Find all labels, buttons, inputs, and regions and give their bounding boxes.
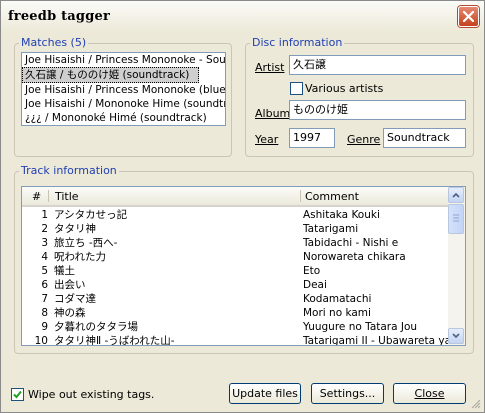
track-row[interactable]: 7 コダマ達 Kodamatachi [22,292,448,306]
track-title: タタリ神 [54,223,96,235]
window-close-button[interactable] [458,6,479,27]
track-title: 出会い [54,279,86,291]
year-label: Year [255,133,279,146]
scroll-up-button[interactable] [448,187,464,203]
track-row[interactable]: 8 神の森 Mori no kami [22,306,448,320]
artist-label: Artist [255,61,285,74]
freedb-tagger-window: freedb tagger Matches (5) Joe Hisaishi /… [0,0,485,413]
track-title: 夕暮れのタタラ場 [54,321,138,333]
grip-icon [453,214,459,222]
track-row[interactable]: 9 夕暮れのタタラ場 Yuugure no Tatara Jou [22,320,448,334]
settings-button[interactable]: Settings... [311,383,384,404]
header-title[interactable]: Title [55,190,79,203]
close-button[interactable]: Close [393,383,466,404]
tracks-scrollbar[interactable] [448,187,465,345]
column-divider[interactable] [48,190,49,202]
wipe-tags-checkbox[interactable] [11,388,24,401]
artist-field[interactable]: 久石譲 [289,55,466,75]
track-title: アシタカせっ記 [54,209,128,221]
track-number: 8 [41,307,48,319]
wipe-tags-label: Wipe out existing tags. [28,388,155,401]
header-num[interactable]: # [32,190,41,203]
track-number: 10 [34,335,48,346]
track-title: 旅立ち -西へ- [54,237,118,249]
track-comment: Kodamatachi [303,293,372,305]
track-title: タタリ神Ⅱ -うばわれた山- [54,335,175,346]
genre-field[interactable]: Soundtrack [383,128,466,148]
match-item[interactable]: Joe Hisaishi / Princess Mononoke (blues) [22,83,225,97]
track-number: 6 [41,279,48,291]
track-title: 犠土 [54,265,75,277]
resize-grip-icon[interactable] [470,398,481,409]
track-comment: Mori no kami [303,307,371,319]
track-number: 2 [41,223,48,235]
matches-list[interactable]: Joe Hisaishi / Princess Mononoke - Sound… [21,52,226,126]
track-comment: Tatarigami II - Ubawareta yama [303,335,448,346]
track-row[interactable]: 3 旅立ち -西へ- Tabidachi - Nishi e [22,236,448,250]
chevron-down-icon [452,333,460,339]
header-comment[interactable]: Comment [305,190,359,203]
track-row[interactable]: 6 出会い Deai [22,278,448,292]
tracks-table[interactable]: # Title Comment 1 アシタカせっ記 Ashitaka Kouki 2 タ… [21,186,466,346]
track-comment: Deai [303,279,327,291]
track-number: 4 [41,251,48,263]
track-number: 9 [41,321,48,333]
track-title: コダマ達 [54,293,96,305]
track-comment: Tabidachi - Nishi e [303,237,399,249]
track-comment: Yuugure no Tatara Jou [303,321,418,333]
track-number: 3 [41,237,48,249]
column-divider[interactable] [300,190,301,202]
track-number: 5 [41,265,48,277]
window-title: freedb tagger [8,9,111,24]
track-comment: Tatarigami [303,223,359,235]
chevron-up-icon [452,192,460,198]
title-bar: freedb tagger [1,1,484,33]
track-row[interactable]: 10 タタリ神Ⅱ -うばわれた山- Tatarigami II - Ubawaret… [22,334,448,346]
track-comment: Ashitaka Kouki [303,209,380,221]
track-row[interactable]: 1 アシタカせっ記 Ashitaka Kouki [22,208,448,222]
genre-label: Genre [347,133,381,146]
track-number: 1 [41,209,48,221]
track-title: 神の森 [54,307,86,319]
track-info-legend: Track information [19,164,119,177]
matches-legend: Matches (5) [19,36,89,49]
match-item[interactable]: 久石譲 / もののけ姫 (soundtrack) [22,67,199,83]
match-item[interactable]: ¿¿¿ / Mononoké Himé (soundtrack) [22,111,225,125]
update-files-button[interactable]: Update files [229,383,301,404]
scroll-down-button[interactable] [448,328,464,344]
track-comment: Norowareta chikara [303,251,406,263]
match-item[interactable]: Joe Hisaishi / Princess Mononoke - Sound… [22,53,225,67]
tracks-header: # Title Comment [22,187,448,207]
track-row[interactable]: 4 呪われた力 Norowareta chikara [22,250,448,264]
track-comment: Eto [303,265,321,277]
track-row[interactable]: 2 タタリ神 Tatarigami [22,222,448,236]
year-field[interactable]: 1997 [289,128,335,148]
various-artists-checkbox[interactable] [290,82,303,95]
checkmark-icon [13,390,22,399]
match-item[interactable]: Joe Hisaishi / Mononoke Hime (soundtrack… [22,97,225,111]
album-field[interactable]: もののけ姫 [289,100,466,120]
track-row[interactable]: 5 犠土 Eto [22,264,448,278]
close-icon [463,11,474,22]
album-label: Album [255,107,291,120]
track-title: 呪われた力 [54,251,106,263]
scroll-thumb[interactable] [448,204,464,234]
various-artists-label: Various artists [305,82,384,95]
track-number: 7 [41,293,48,305]
disc-info-legend: Disc information [250,36,345,49]
